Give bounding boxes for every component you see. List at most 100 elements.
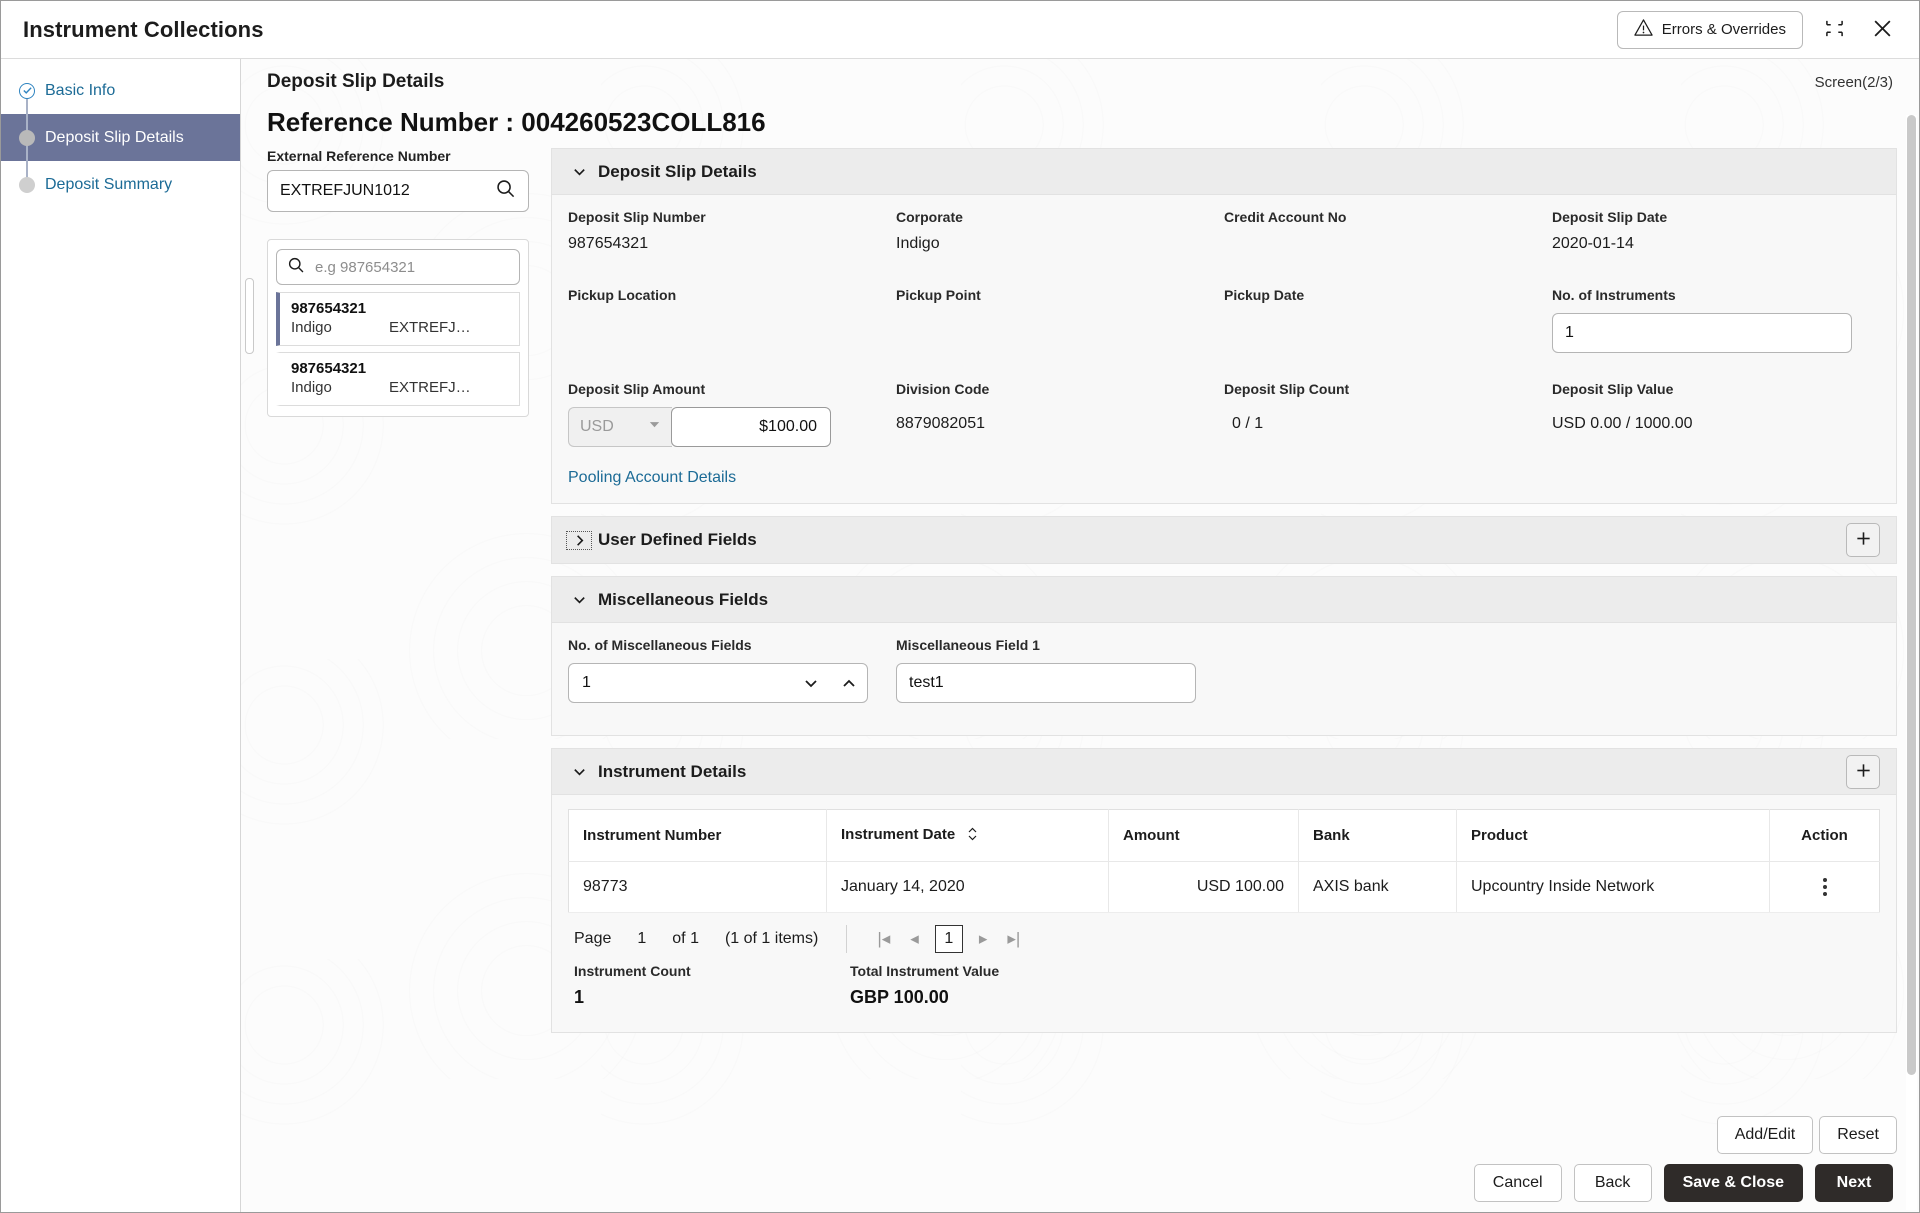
scrollbar-thumb[interactable]	[1907, 115, 1916, 1075]
reset-button[interactable]: Reset	[1819, 1116, 1897, 1154]
close-button[interactable]	[1865, 13, 1899, 47]
stepper-value: 1	[582, 674, 591, 692]
cell-amount: USD 100.00	[1109, 862, 1299, 913]
no-of-instruments-label: No. of Instruments	[1552, 287, 1880, 303]
deposit-slip-search-field[interactable]	[276, 249, 520, 285]
pickup-date-value	[1224, 313, 1552, 337]
cancel-button[interactable]: Cancel	[1474, 1164, 1562, 1202]
chevron-down-icon	[648, 418, 661, 436]
table-header-row: Instrument Number Instrument Date Amount	[569, 810, 1880, 862]
credit-account-no-value	[1224, 235, 1552, 259]
chevron-up-icon[interactable]	[841, 675, 857, 691]
first-page-icon[interactable]: |◂	[867, 929, 900, 949]
application-window: Instrument Collections Errors & Override…	[0, 0, 1920, 1213]
deposit-search-panel: External Reference Number	[241, 148, 541, 1110]
sort-icon[interactable]	[967, 827, 978, 845]
errors-and-overrides-button[interactable]: Errors & Overrides	[1617, 11, 1803, 49]
miscellaneous-fields-header[interactable]: Miscellaneous Fields	[552, 577, 1896, 623]
column-bank: Bank	[1299, 810, 1457, 862]
external-reference-number-input[interactable]	[280, 182, 495, 200]
kebab-menu-icon[interactable]	[1784, 878, 1865, 896]
instrument-details-panel: Instrument Details I	[551, 748, 1897, 1033]
list-item[interactable]: 987654321 Indigo EXTREFJ…	[276, 352, 520, 406]
deposit-slip-value-label: Deposit Slip Value	[1552, 381, 1880, 397]
no-of-instruments-input[interactable]: 1	[1552, 313, 1852, 353]
column-instrument-date[interactable]: Instrument Date	[827, 810, 1109, 862]
plus-icon	[1855, 530, 1872, 550]
next-button[interactable]: Next	[1815, 1164, 1893, 1202]
close-icon	[1872, 18, 1893, 42]
back-button[interactable]: Back	[1574, 1164, 1652, 1202]
table-row[interactable]: 98773 January 14, 2020 USD 100.00 AXIS b…	[569, 862, 1880, 913]
chevron-down-icon[interactable]	[568, 592, 590, 607]
collapse-icon	[1825, 19, 1844, 41]
currency-select[interactable]: USD	[568, 407, 672, 447]
cell-instrument-date: January 14, 2020	[827, 862, 1109, 913]
deposit-slip-details-body: Deposit Slip Number 987654321 Corporate …	[552, 195, 1896, 503]
deposit-slip-search-input[interactable]	[315, 259, 514, 276]
deposit-slip-details-header[interactable]: Deposit Slip Details	[552, 149, 1896, 195]
deposit-slip-value-value: USD 0.00 / 1000.00	[1552, 407, 1880, 433]
external-reference-number-label: External Reference Number	[267, 148, 541, 164]
minimize-button[interactable]	[1817, 13, 1851, 47]
pickup-point-field: Pickup Point	[896, 287, 1224, 359]
no-of-miscellaneous-fields-stepper[interactable]: 1	[568, 663, 868, 703]
sidebar-item-deposit-slip-details[interactable]: Deposit Slip Details	[1, 114, 240, 161]
chevron-down-icon[interactable]	[568, 764, 590, 779]
credit-account-no-label: Credit Account No	[1224, 209, 1552, 225]
pending-step-icon	[19, 177, 35, 193]
user-defined-fields-header[interactable]: User Defined Fields	[552, 517, 1896, 563]
cell-instrument-number: 98773	[569, 862, 827, 913]
currency-value: USD	[580, 418, 614, 436]
chevron-down-icon[interactable]	[568, 164, 590, 179]
window-body: Basic Info Deposit Slip Details Deposit …	[1, 59, 1919, 1212]
save-and-close-button[interactable]: Save & Close	[1664, 1164, 1803, 1202]
deposit-slip-amount-input[interactable]: $100.00	[671, 407, 831, 447]
miscellaneous-field-1-input[interactable]: test1	[896, 663, 1196, 703]
add-edit-button[interactable]: Add/Edit	[1717, 1116, 1813, 1154]
instrument-count-value: 1	[574, 987, 850, 1008]
next-page-icon[interactable]: ▸	[969, 929, 998, 949]
deposit-slip-count-field: Deposit Slip Count 0 / 1	[1224, 381, 1552, 453]
sidebar-item-deposit-summary[interactable]: Deposit Summary	[1, 161, 240, 208]
pager-current-page[interactable]: 1	[935, 925, 963, 953]
main-scrollbar[interactable]	[1906, 115, 1917, 1210]
pager-items-text: (1 of 1 items)	[725, 930, 818, 948]
chevron-right-icon[interactable]	[568, 533, 590, 548]
add-instrument-button[interactable]	[1846, 755, 1880, 789]
result-subtitle: Indigo EXTREFJ…	[291, 379, 508, 396]
search-icon[interactable]	[495, 178, 516, 204]
division-code-value: 8879082051	[896, 407, 1224, 433]
left-panel-scrollbar[interactable]	[245, 278, 254, 354]
total-instrument-value-value: GBP 100.00	[850, 987, 1126, 1008]
sidebar-item-basic-info[interactable]: Basic Info	[1, 67, 240, 114]
spacer	[568, 265, 1880, 287]
details-column: Deposit Slip Details Deposit Slip Number…	[541, 148, 1919, 1110]
deposit-slip-date-value: 2020-01-14	[1552, 235, 1880, 259]
sidebar-item-label: Deposit Slip Details	[45, 129, 184, 147]
cell-product: Upcountry Inside Network	[1457, 862, 1770, 913]
result-number: 987654321	[291, 300, 508, 317]
result-corporate: Indigo	[291, 319, 389, 336]
chevron-down-icon[interactable]	[803, 675, 819, 691]
list-item[interactable]: 987654321 Indigo EXTREFJ…	[276, 292, 520, 346]
sidebar-item-label: Basic Info	[45, 82, 115, 100]
deposit-slip-count-value: 0 / 1	[1224, 407, 1552, 433]
external-reference-number-field[interactable]	[267, 170, 529, 212]
add-user-defined-field-button[interactable]	[1846, 523, 1880, 557]
details-row-3: Deposit Slip Amount USD $1	[568, 381, 1880, 453]
instrument-details-header[interactable]: Instrument Details	[552, 749, 1896, 795]
last-page-icon[interactable]: ▸|	[997, 929, 1030, 949]
panel-title: Miscellaneous Fields	[598, 590, 768, 610]
pickup-point-label: Pickup Point	[896, 287, 1224, 303]
previous-page-icon[interactable]: ◂	[900, 929, 929, 949]
workspace: External Reference Number	[241, 144, 1919, 1110]
miscellaneous-fields-panel: Miscellaneous Fields No. of Miscellaneou…	[551, 576, 1897, 736]
deposit-slip-value-field: Deposit Slip Value USD 0.00 / 1000.00	[1552, 381, 1880, 453]
instrument-table: Instrument Number Instrument Date Amount	[568, 809, 1880, 913]
corporate-label: Corporate	[896, 209, 1224, 225]
plus-icon	[1855, 762, 1872, 782]
panel-title: Instrument Details	[598, 762, 746, 782]
cell-action[interactable]	[1770, 862, 1880, 913]
pooling-account-details-link[interactable]: Pooling Account Details	[568, 469, 1880, 487]
